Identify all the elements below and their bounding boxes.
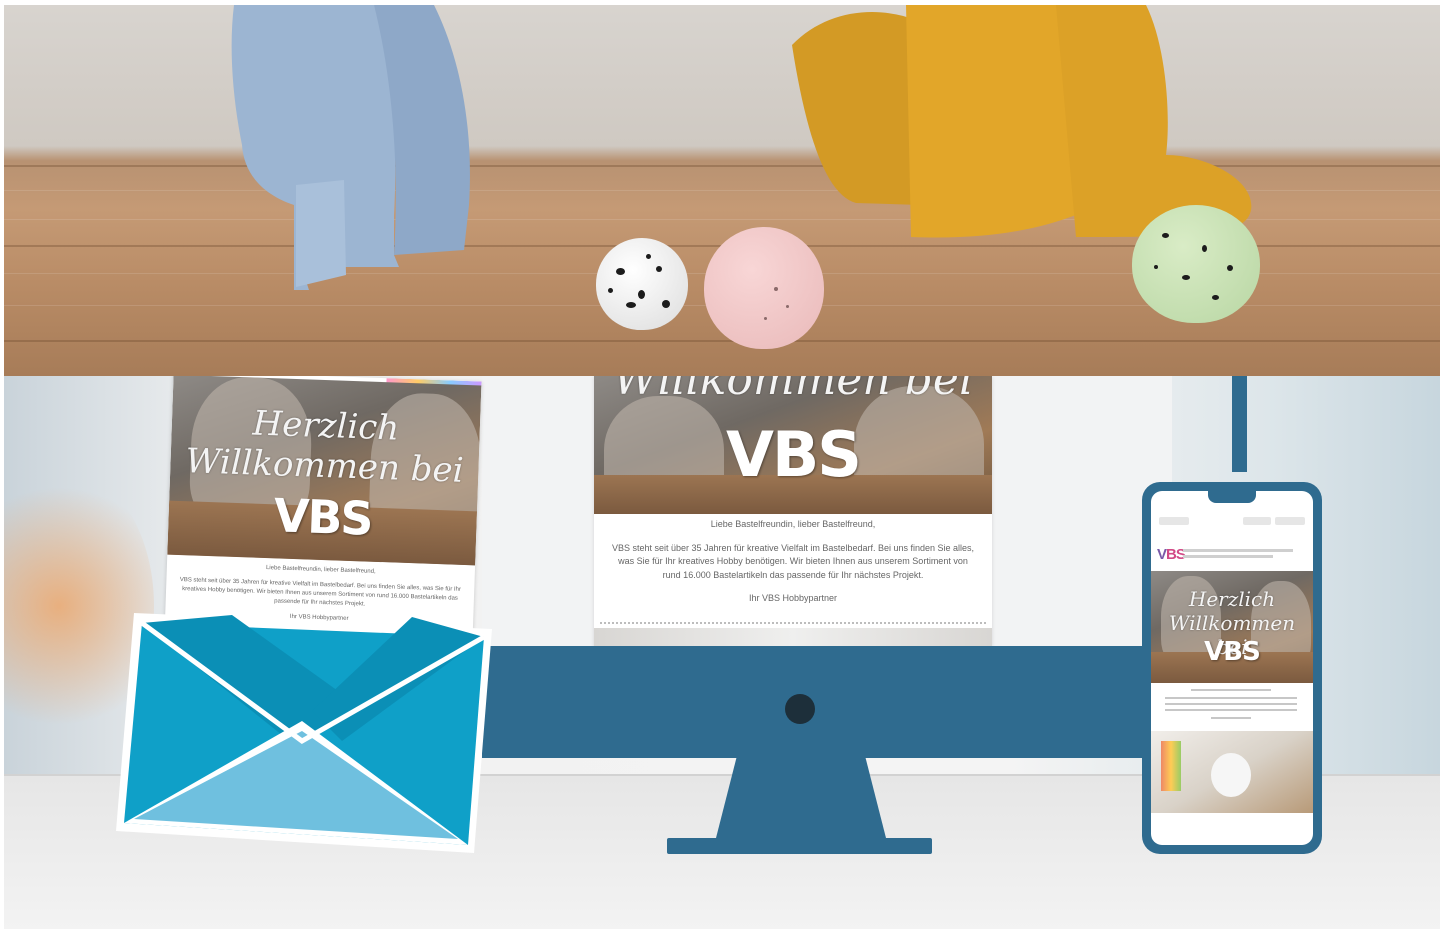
phone-hero-image: Herzlich Willkommen bei VBS (1151, 571, 1313, 683)
monitor-cable (1232, 376, 1247, 472)
monitor-camera (785, 694, 815, 724)
hero-photo-banner (4, 5, 1440, 376)
monitor-stand (716, 758, 886, 838)
monitor-foot (667, 838, 932, 854)
desktop-salutation: Liebe Bastelfreundin, lieber Bastelfreun… (710, 519, 876, 529)
speckled-white-egg (596, 238, 688, 330)
phone-logo-text: VBS (1204, 637, 1261, 667)
desktop-signature: Ihr VBS Hobbypartner (748, 593, 838, 603)
vbs-logo: VBS (726, 418, 862, 491)
pink-egg (704, 227, 824, 349)
desktop-newsletter: Willkommen bei VBS Liebe Bastelfreundin,… (594, 376, 992, 658)
newsletter-hero-image: Willkommen bei VBS (594, 376, 992, 514)
desktop-headline: Willkommen bei (613, 376, 973, 405)
monitor-bezel (482, 646, 1172, 758)
phone-second-image (1151, 731, 1313, 813)
smartphone: VBS Herzlich Willkommen bei VBS (1142, 482, 1322, 854)
newsletter-devices-illustration: Willkommen bei VBS Liebe Bastelfreundin,… (4, 376, 1440, 929)
blue-felt-bunny (231, 5, 470, 290)
green-speckled-egg (1132, 205, 1260, 323)
desktop-body: VBS steht seit über 35 Jahren für kreati… (611, 542, 975, 580)
envelope-icon (116, 613, 492, 853)
phone-vbs-logo: VBS (1157, 546, 1186, 563)
phone-screen: VBS Herzlich Willkommen bei VBS (1151, 491, 1313, 845)
phone-headline-line1: Herzlich (1188, 587, 1276, 611)
letter-hero-image: Herzlich Willkommen bei VBS (167, 376, 482, 566)
letter-vbs-logo: VBS (272, 488, 373, 546)
